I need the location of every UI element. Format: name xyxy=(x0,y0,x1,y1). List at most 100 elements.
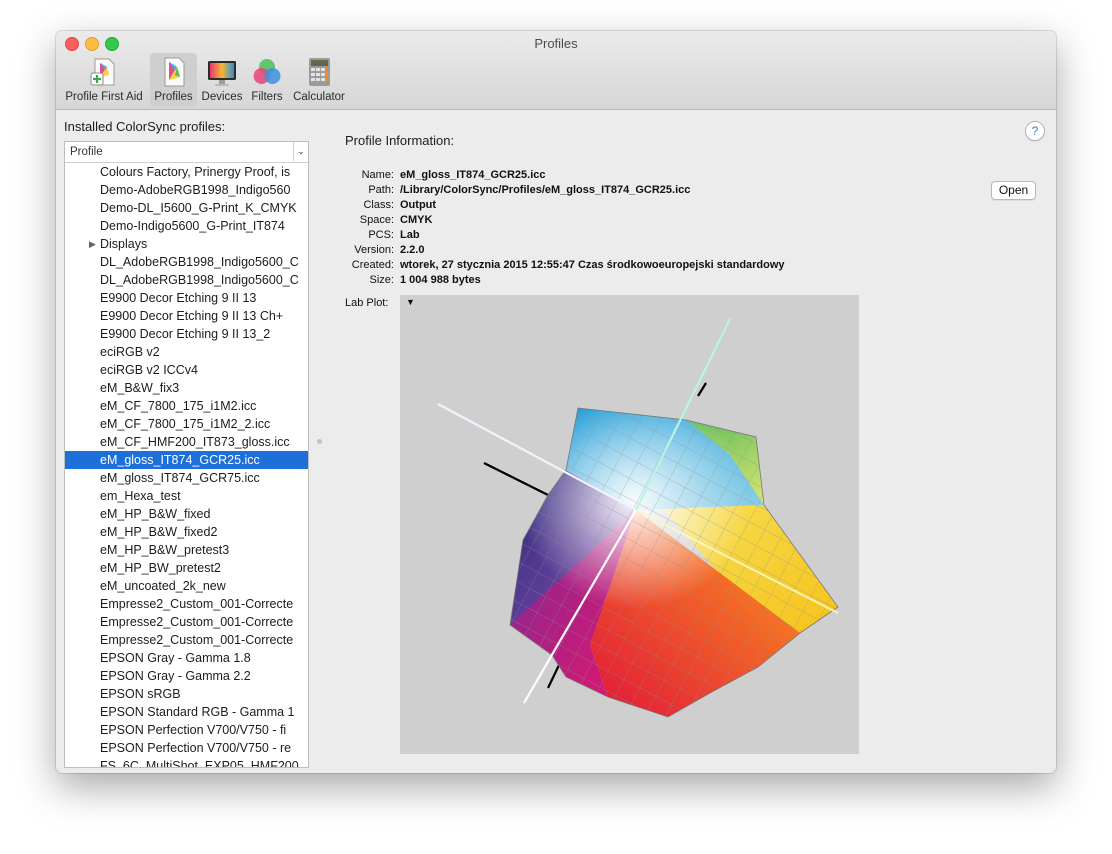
lab-plot-label: Lab Plot: xyxy=(345,297,389,309)
info-value: wtorek, 27 stycznia 2015 12:55:47 Czas ś… xyxy=(400,259,785,271)
list-item-label: Demo-Indigo5600_G-Print_IT874 xyxy=(100,219,285,233)
list-item[interactable]: em_Hexa_test xyxy=(65,487,308,505)
info-key: Path: xyxy=(368,184,394,196)
list-item[interactable]: Empresse2_Custom_001-Correcte xyxy=(65,631,308,649)
list-item-label: eciRGB v2 ICCv4 xyxy=(100,363,198,377)
toolbar-profiles[interactable]: Profiles xyxy=(150,53,197,107)
list-item-label: eM_HP_B&W_pretest3 xyxy=(100,543,230,557)
list-item-label: eciRGB v2 xyxy=(100,345,160,359)
info-key: Class: xyxy=(363,199,394,211)
list-item[interactable]: Empresse2_Custom_001-Correcte xyxy=(65,613,308,631)
list-item-label: EPSON sRGB xyxy=(100,687,181,701)
list-item[interactable]: eM_uncoated_2k_new xyxy=(65,577,308,595)
list-item[interactable]: Empresse2_Custom_001-Correcte xyxy=(65,595,308,613)
profile-first-aid-icon xyxy=(90,58,115,86)
list-item[interactable]: eM_gloss_IT874_GCR75.icc xyxy=(65,469,308,487)
list-item[interactable]: Demo-AdobeRGB1998_Indigo560 xyxy=(65,181,308,199)
toolbar-filters[interactable]: Filters xyxy=(248,53,286,107)
calculator-icon xyxy=(309,58,330,86)
list-item[interactable]: Demo-DL_I5600_G-Print_K_CMYK xyxy=(65,199,308,217)
list-item-label: DL_AdobeRGB1998_Indigo5600_C xyxy=(100,255,299,269)
profiles-list[interactable]: Profile ⌄ Colours Factory, Prinergy Proo… xyxy=(64,141,309,768)
help-button[interactable]: ? xyxy=(1025,121,1045,141)
list-item-label: DL_AdobeRGB1998_Indigo5600_C xyxy=(100,273,299,287)
list-item-label: eM_uncoated_2k_new xyxy=(100,579,226,593)
toolbar-profile-first-aid[interactable]: Profile First Aid xyxy=(62,53,146,107)
list-item[interactable]: eM_CF_7800_175_i1M2_2.icc xyxy=(65,415,308,433)
list-item[interactable]: FS_6C_MultiShot_EXP05_HMF200 xyxy=(65,757,308,767)
list-item-label: Displays xyxy=(100,237,148,251)
list-item[interactable]: eM_gloss_IT874_GCR25.icc xyxy=(65,451,308,469)
list-item-label: eM_CF_HMF200_IT873_gloss.icc xyxy=(100,435,290,449)
info-key: Size: xyxy=(369,274,394,286)
list-item-label: Empresse2_Custom_001-Correcte xyxy=(100,615,294,629)
list-item[interactable]: DL_AdobeRGB1998_Indigo5600_C xyxy=(65,253,308,271)
list-item[interactable]: EPSON Standard RGB - Gamma 1 xyxy=(65,703,308,721)
list-item[interactable]: eM_HP_B&W_pretest3 xyxy=(65,541,308,559)
list-item[interactable]: eM_CF_7800_175_i1M2.icc xyxy=(65,397,308,415)
list-item-label: EPSON Standard RGB - Gamma 1 xyxy=(100,705,295,719)
list-item[interactable]: E9900 Decor Etching 9 II 13 Ch+ xyxy=(65,307,308,325)
list-item-label: Demo-AdobeRGB1998_Indigo560 xyxy=(100,183,291,197)
disclosure-triangle-icon[interactable]: ▶ xyxy=(89,235,96,253)
list-item-label: eM_B&W_fix3 xyxy=(100,381,180,395)
info-key: Space: xyxy=(359,214,394,226)
devices-icon xyxy=(208,61,236,86)
list-column-header[interactable]: Profile ⌄ xyxy=(65,142,308,163)
list-item-label: E9900 Decor Etching 9 II 13_2 xyxy=(100,327,271,341)
profiles-window: Profiles Profile First Aid Profiles Devi… xyxy=(56,31,1056,773)
list-item[interactable]: EPSON sRGB xyxy=(65,685,308,703)
lab-plot[interactable]: ▼ xyxy=(400,295,859,754)
info-value: eM_gloss_IT874_GCR25.icc xyxy=(400,169,546,181)
chevron-down-icon[interactable]: ⌄ xyxy=(293,142,308,161)
filters-icon xyxy=(253,59,281,84)
list-item-label: eM_CF_7800_175_i1M2_2.icc xyxy=(100,417,271,431)
toolbar-label: Filters xyxy=(251,91,283,103)
profile-information-title: Profile Information: xyxy=(345,133,455,148)
list-item[interactable]: E9900 Decor Etching 9 II 13 xyxy=(65,289,308,307)
list-item-label: Empresse2_Custom_001-Correcte xyxy=(100,633,294,647)
list-item[interactable]: E9900 Decor Etching 9 II 13_2 xyxy=(65,325,308,343)
info-value: 1 004 988 bytes xyxy=(400,274,481,286)
list-item-label: EPSON Gray - Gamma 1.8 xyxy=(100,651,251,665)
list-item-label: eM_HP_B&W_fixed xyxy=(100,507,211,521)
info-key: PCS: xyxy=(368,229,394,241)
list-item-label: eM_HP_B&W_fixed2 xyxy=(100,525,218,539)
list-item[interactable]: Demo-Indigo5600_G-Print_IT874 xyxy=(65,217,308,235)
info-value: CMYK xyxy=(400,214,433,226)
list-item-label: Empresse2_Custom_001-Correcte xyxy=(100,597,294,611)
list-item[interactable]: eM_HP_B&W_fixed2 xyxy=(65,523,308,541)
window-title: Profiles xyxy=(534,36,578,51)
list-group-displays[interactable]: ▶ Displays xyxy=(65,235,308,253)
info-value: Lab xyxy=(400,229,420,241)
list-item-label: EPSON Perfection V700/V750 - fi xyxy=(100,723,287,737)
toolbar-label: Calculator xyxy=(293,91,345,103)
info-value: Output xyxy=(400,199,437,211)
list-item-label: eM_gloss_IT874_GCR25.icc xyxy=(100,453,260,467)
toolbar-label: Devices xyxy=(201,91,243,103)
list-item[interactable]: DL_AdobeRGB1998_Indigo5600_C xyxy=(65,271,308,289)
toolbar-devices[interactable]: Devices xyxy=(199,53,245,107)
info-key: Version: xyxy=(354,244,394,256)
profiles-list-rows: Colours Factory, Prinergy Proof, is Demo-… xyxy=(65,163,308,767)
list-item[interactable]: EPSON Gray - Gamma 1.8 xyxy=(65,649,308,667)
list-item[interactable]: eM_HP_BW_pretest2 xyxy=(65,559,308,577)
list-item-label: em_Hexa_test xyxy=(100,489,181,503)
open-button[interactable]: Open xyxy=(991,181,1036,200)
list-item-label: eM_gloss_IT874_GCR75.icc xyxy=(100,471,260,485)
list-item[interactable]: eciRGB v2 xyxy=(65,343,308,361)
profile-column-label: Profile xyxy=(70,146,103,158)
list-item[interactable]: eM_HP_B&W_fixed xyxy=(65,505,308,523)
info-value: /Library/ColorSync/Profiles/eM_gloss_IT8… xyxy=(400,184,691,196)
list-item[interactable]: EPSON Perfection V700/V750 - re xyxy=(65,739,308,757)
list-item[interactable]: eciRGB v2 ICCv4 xyxy=(65,361,308,379)
split-view-handle[interactable] xyxy=(317,439,322,444)
toolbar-calculator[interactable]: Calculator xyxy=(289,53,349,107)
list-item[interactable]: eM_B&W_fix3 xyxy=(65,379,308,397)
list-item-label: Colours Factory, Prinergy Proof, is xyxy=(100,165,291,179)
list-item[interactable]: eM_CF_HMF200_IT873_gloss.icc xyxy=(65,433,308,451)
list-item[interactable]: Colours Factory, Prinergy Proof, is xyxy=(65,163,308,181)
list-item[interactable]: EPSON Gray - Gamma 2.2 xyxy=(65,667,308,685)
list-item[interactable]: EPSON Perfection V700/V750 - fi xyxy=(65,721,308,739)
title-bar: Profiles Profile First Aid Profiles Devi… xyxy=(56,31,1056,110)
